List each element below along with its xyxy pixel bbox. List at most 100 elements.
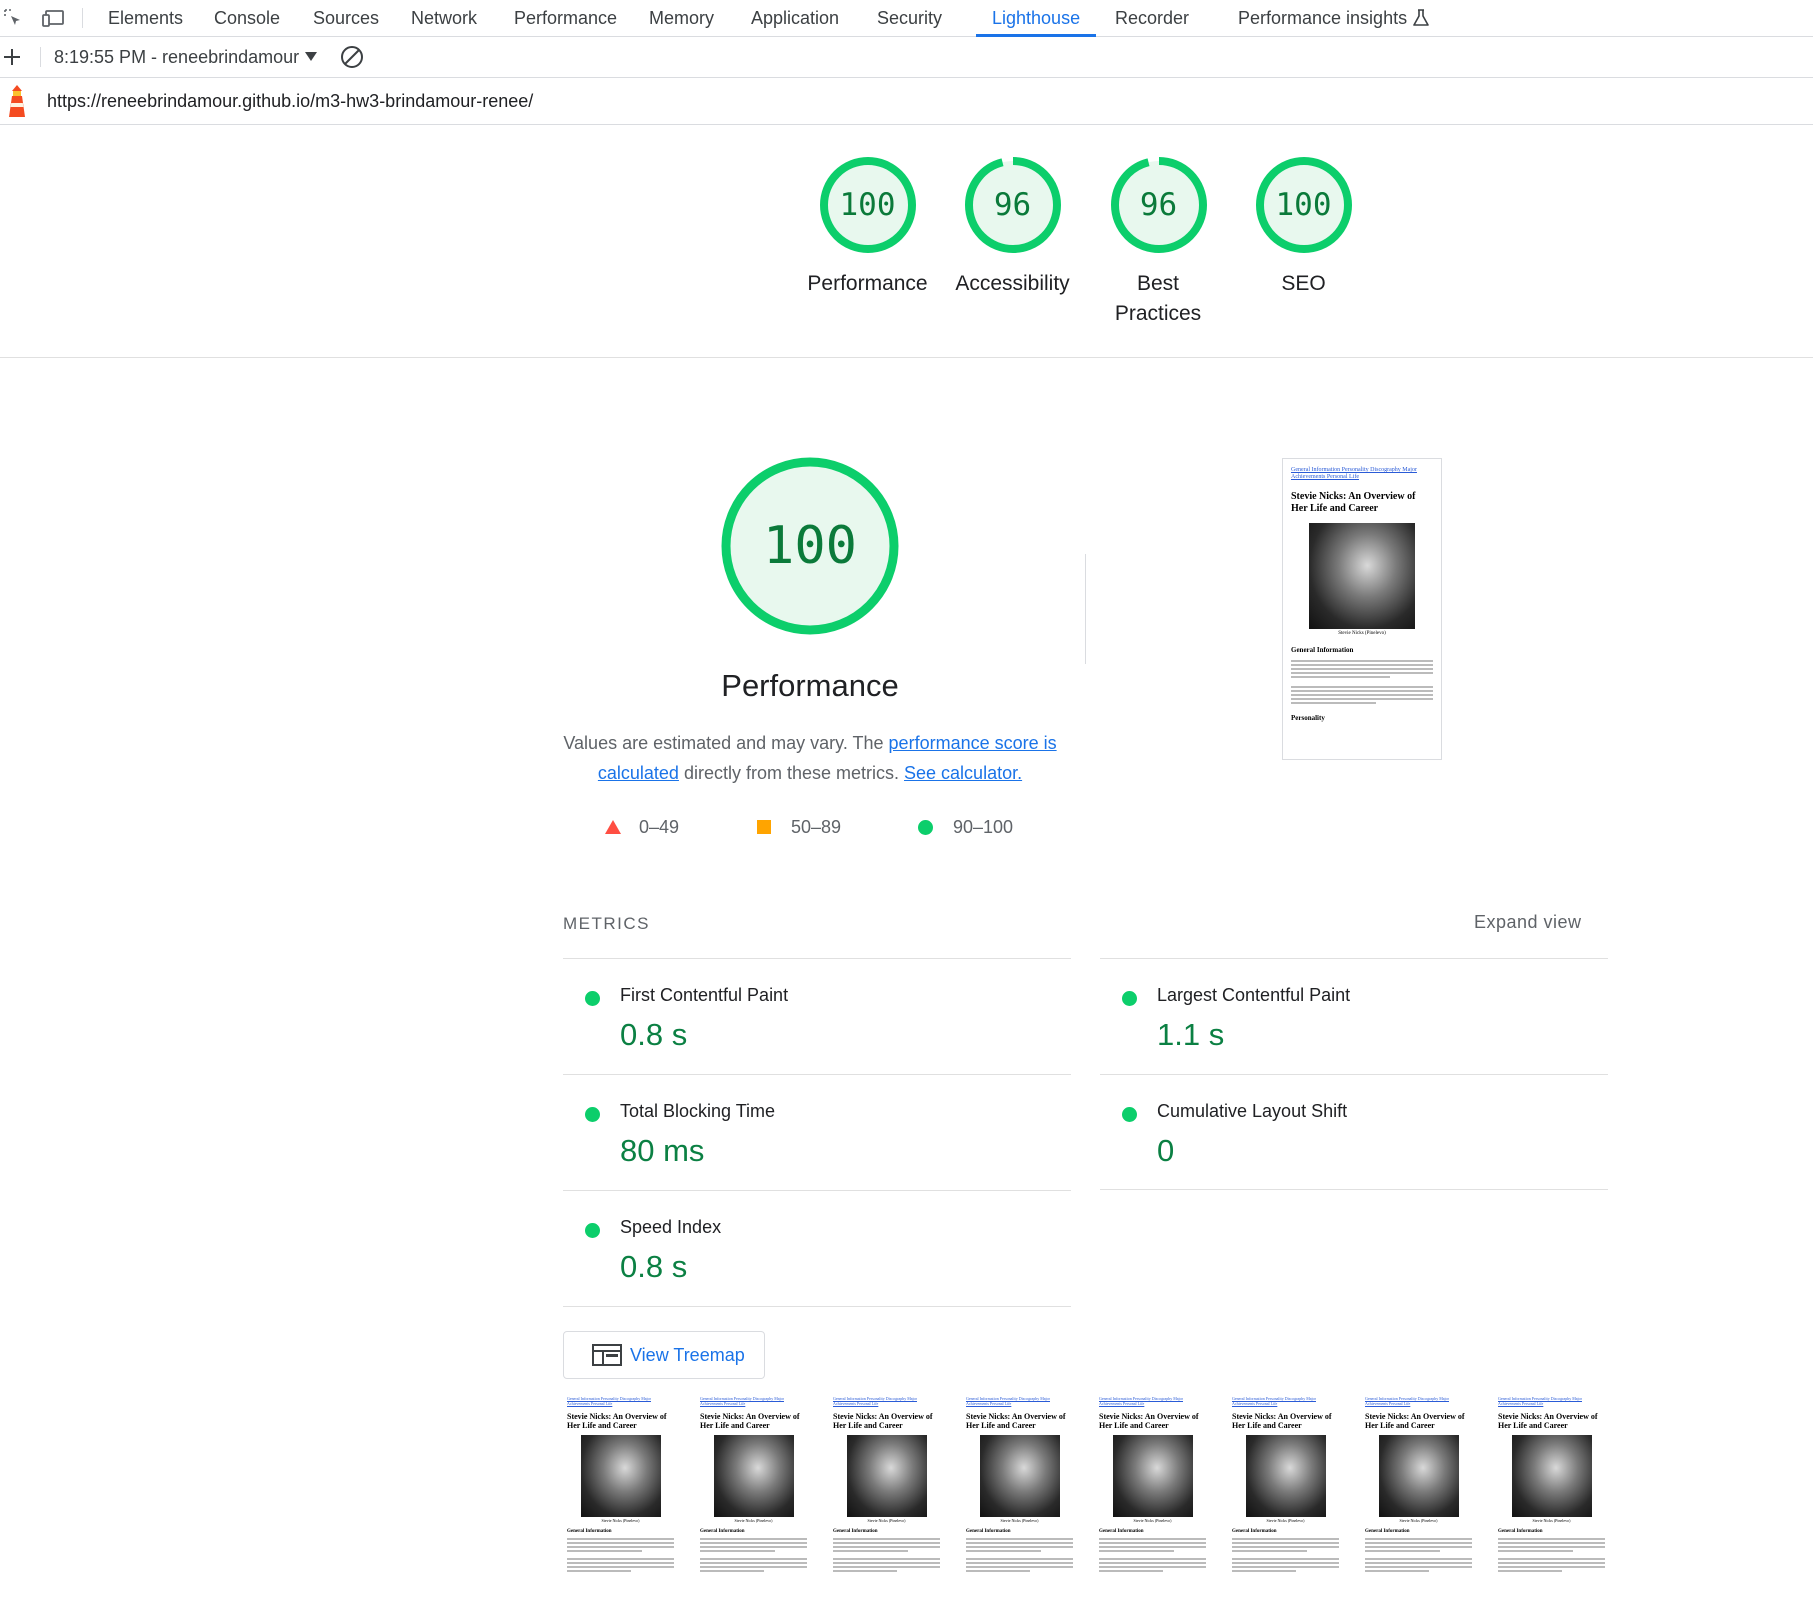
metric-total-blocking-time: Total Blocking Time 80 ms xyxy=(563,1075,1043,1190)
metric-value: 0.8 s xyxy=(620,1249,688,1284)
thumb-paragraph xyxy=(1096,1534,1209,1572)
tab-lighthouse[interactable]: Lighthouse xyxy=(975,0,1097,37)
metric-divider xyxy=(1100,1189,1608,1190)
report-select[interactable]: 8:19:55 PM - reneebrindamour xyxy=(54,37,299,77)
thumb-photo xyxy=(846,1435,927,1517)
average-square-icon xyxy=(757,820,771,834)
legend-average-label: 50–89 xyxy=(791,817,842,837)
thumb-title: Stevie Nicks: An Overview of Her Life an… xyxy=(1232,1412,1332,1430)
thumb-photo xyxy=(1309,523,1415,629)
metric-name: Speed Index xyxy=(620,1217,722,1237)
filmstrip-frame: General Information Personality Discogra… xyxy=(830,1393,943,1610)
metric-name: Total Blocking Time xyxy=(620,1101,776,1121)
gauge-ring: 96 xyxy=(963,155,1063,255)
thumb-nav-links: General Information Personality Discogra… xyxy=(833,1396,917,1406)
thumb-title: Stevie Nicks: An Overview of Her Life an… xyxy=(700,1412,800,1430)
thumb-nav-links: General Information Personality Discogra… xyxy=(1232,1396,1316,1406)
gauge-score: 96 xyxy=(993,187,1032,223)
filmstrip-frame: General Information Personality Discogra… xyxy=(697,1393,810,1610)
thumb-nav-links: General Information Personality Discogra… xyxy=(1365,1396,1449,1406)
tab-bar-separator xyxy=(82,8,83,28)
dropdown-arrow-icon[interactable] xyxy=(302,37,320,77)
summary-divider xyxy=(0,357,1813,358)
see-calculator-link[interactable]: See calculator. xyxy=(904,763,1022,783)
metric-cumulative-layout-shift: Cumulative Layout Shift 0 xyxy=(1100,1075,1580,1190)
thumb-nav-links: General Information Personality Discogra… xyxy=(1498,1396,1582,1406)
thumb-nav-links: General Information Personality Discogra… xyxy=(1099,1396,1183,1406)
devtools-tab-bar: Elements Console Sources Network Perform… xyxy=(0,0,1813,37)
pass-circle-icon xyxy=(585,1107,600,1122)
tab-console[interactable]: Console xyxy=(214,0,280,36)
tab-recorder[interactable]: Recorder xyxy=(1115,0,1189,36)
thumb-section-heading: General Information xyxy=(1099,1529,1144,1534)
thumb-photo xyxy=(713,1435,794,1517)
thumb-title: Stevie Nicks: An Overview of Her Life an… xyxy=(1099,1412,1199,1430)
metric-largest-contentful-paint: Largest Contentful Paint 1.1 s xyxy=(1100,959,1580,1074)
metric-value: 80 ms xyxy=(620,1133,705,1168)
metric-divider xyxy=(563,1306,1071,1307)
gauge-seo[interactable]: 100 SEO xyxy=(1231,155,1376,299)
gauge-label: Performance xyxy=(807,272,928,295)
pass-circle-icon xyxy=(585,1223,600,1238)
gauge-best-practices[interactable]: 96 Best Practices xyxy=(1086,155,1231,329)
filmstrip: General Information Personality Discogra… xyxy=(564,1393,1609,1610)
thumb-photo xyxy=(580,1435,661,1517)
pass-circle-icon xyxy=(1122,1107,1137,1122)
gauge-ring: 96 xyxy=(1109,155,1209,255)
final-screenshot: General Information Personality Discogra… xyxy=(1282,458,1442,760)
filmstrip-frame: General Information Personality Discogra… xyxy=(1362,1393,1475,1610)
thumb-section-heading: Personality xyxy=(1291,714,1325,722)
thumb-section-heading: General Information xyxy=(1291,646,1354,654)
tab-performance-insights[interactable]: Performance insights xyxy=(1238,0,1407,36)
report-url[interactable]: https://reneebrindamour.github.io/m3-hw3… xyxy=(47,78,533,124)
tab-elements[interactable]: Elements xyxy=(108,0,183,36)
thumb-section-heading: General Information xyxy=(966,1529,1011,1534)
tab-sources[interactable]: Sources xyxy=(313,0,379,36)
metrics-heading: METRICS xyxy=(563,914,650,933)
legend-pass: 90–100 xyxy=(918,812,1013,842)
thumb-photo xyxy=(1378,1435,1459,1517)
gauge-label: SEO xyxy=(1281,272,1326,295)
metric-name: Cumulative Layout Shift xyxy=(1157,1101,1348,1121)
thumb-section-heading: General Information xyxy=(833,1529,878,1534)
thumb-section-heading: General Information xyxy=(1365,1529,1410,1534)
desc-text: directly from these metrics. xyxy=(678,763,905,783)
inspect-element-icon[interactable] xyxy=(0,0,26,36)
filmstrip-frame: General Information Personality Discogra… xyxy=(1229,1393,1342,1610)
thumb-paragraph xyxy=(1362,1534,1475,1572)
thumb-photo xyxy=(979,1435,1060,1517)
expand-view-toggle[interactable]: Expand view xyxy=(1474,912,1582,933)
metric-speed-index: Speed Index 0.8 s xyxy=(563,1191,1043,1306)
tab-application[interactable]: Application xyxy=(751,0,839,36)
new-report-icon[interactable] xyxy=(0,37,24,77)
pass-circle-icon xyxy=(585,991,600,1006)
report-url-row: https://reneebrindamour.github.io/m3-hw3… xyxy=(0,78,1813,125)
fail-triangle-icon xyxy=(605,820,621,834)
device-toolbar-icon[interactable] xyxy=(40,0,68,36)
view-treemap-button[interactable]: View Treemap xyxy=(563,1331,765,1379)
thumb-paragraph xyxy=(564,1534,677,1572)
vertical-divider xyxy=(1085,554,1086,664)
tab-performance[interactable]: Performance xyxy=(514,0,617,36)
metric-value: 1.1 s xyxy=(1157,1017,1225,1052)
thumb-section-heading: General Information xyxy=(567,1529,612,1534)
gauge-accessibility[interactable]: 96 Accessibility xyxy=(940,155,1085,299)
thumb-photo xyxy=(1245,1435,1326,1517)
metric-name: Largest Contentful Paint xyxy=(1157,985,1351,1005)
thumb-title: Stevie Nicks: An Overview of Her Life an… xyxy=(1365,1412,1465,1430)
tab-memory[interactable]: Memory xyxy=(649,0,714,36)
thumb-title: Stevie Nicks: An Overview of Her Life an… xyxy=(567,1412,667,1430)
performance-description: Values are estimated and may vary. The p… xyxy=(560,728,1060,788)
pass-circle-icon xyxy=(918,820,933,835)
filmstrip-frame: General Information Personality Discogra… xyxy=(963,1393,1076,1610)
tab-network[interactable]: Network xyxy=(411,0,477,36)
thumb-paragraph xyxy=(830,1534,943,1572)
thumb-section-heading: General Information xyxy=(1498,1529,1543,1534)
clear-all-icon[interactable] xyxy=(338,37,366,77)
gauge-ring: 100 xyxy=(818,155,918,255)
gauge-score: 96 xyxy=(1139,187,1178,223)
tab-security[interactable]: Security xyxy=(877,0,942,36)
legend-fail-label: 0–49 xyxy=(639,817,680,837)
gauge-performance[interactable]: 100 Performance xyxy=(795,155,940,299)
view-treemap-label: View Treemap xyxy=(630,1345,745,1365)
